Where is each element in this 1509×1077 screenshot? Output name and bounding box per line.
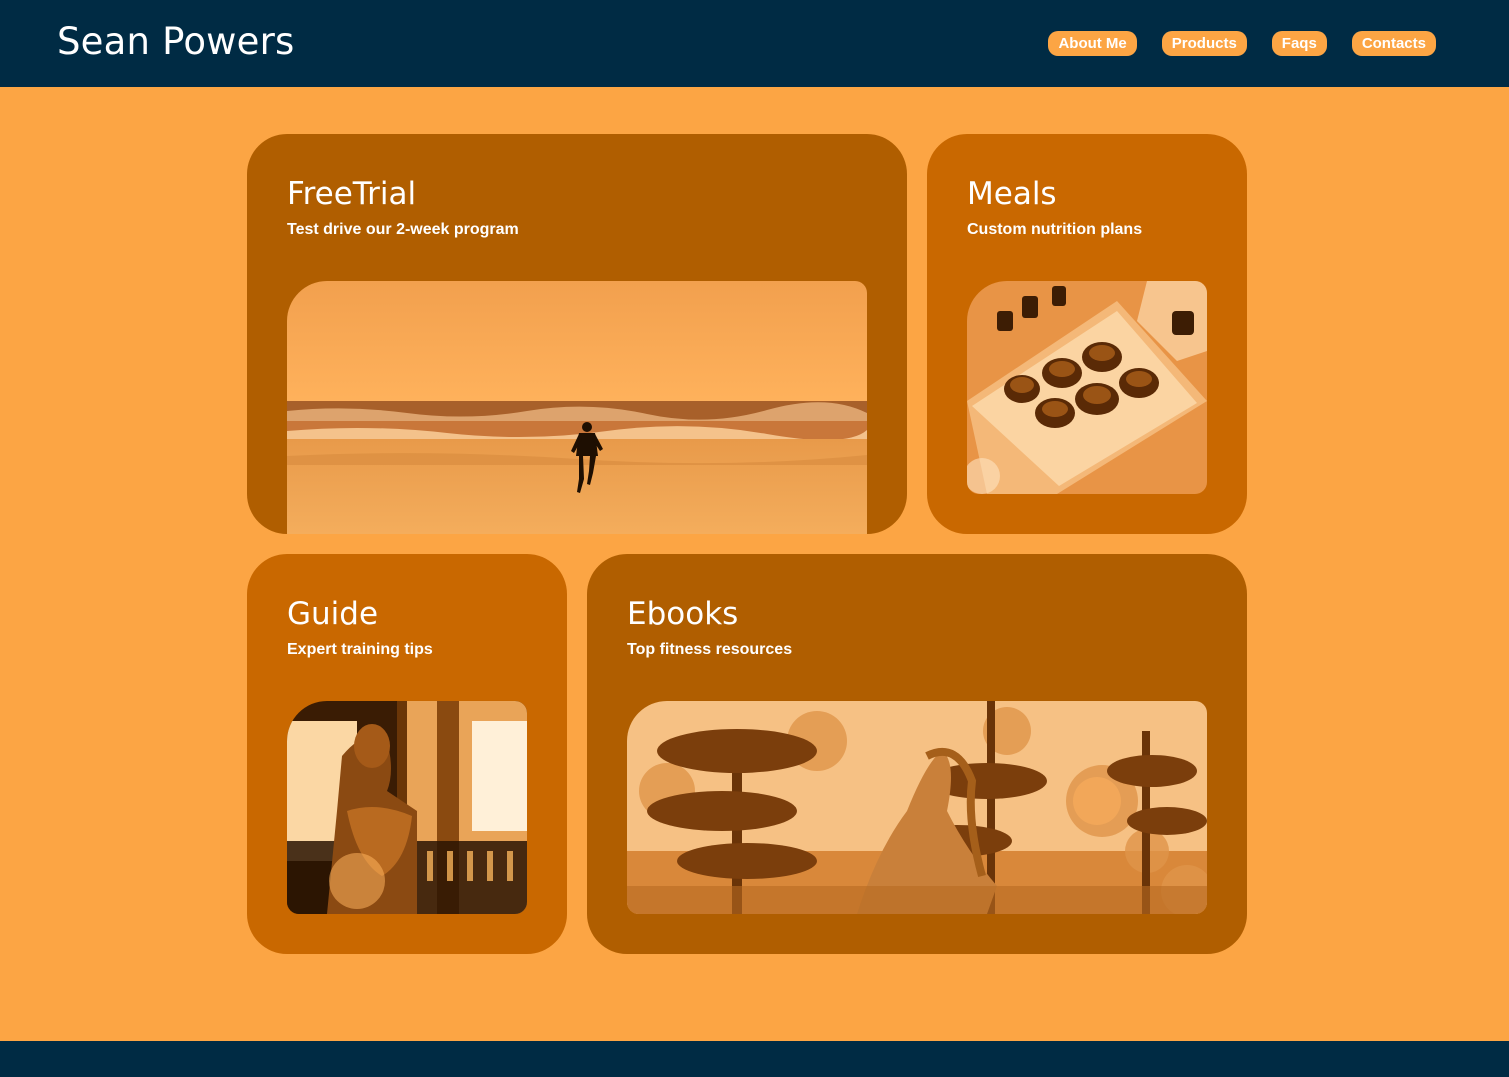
main-nav: About Me Products Faqs Contacts [1048, 31, 1436, 56]
card-subtitle: Test drive our 2-week program [287, 221, 519, 238]
card-guide[interactable]: Guide Expert training tips [247, 554, 567, 954]
nav-products-button[interactable]: Products [1161, 31, 1247, 56]
card-free-trial[interactable]: FreeTrial Test drive our 2-week program [247, 134, 907, 534]
nav-contacts-button[interactable]: Contacts [1351, 31, 1436, 56]
card-subtitle: Expert training tips [287, 641, 433, 658]
card-title: Ebooks [627, 596, 739, 632]
card-title: Meals [967, 176, 1057, 212]
card-subtitle: Top fitness resources [627, 641, 793, 658]
nav-about-me-button[interactable]: About Me [1048, 31, 1137, 56]
site-header: Sean Powers About Me Products Faqs Conta… [0, 0, 1509, 87]
card-title: Guide [287, 596, 379, 632]
gym-athlete-image [287, 701, 527, 914]
nav-faqs-button[interactable]: Faqs [1271, 31, 1327, 56]
sculpture-garden-image [627, 701, 1207, 914]
card-ebooks[interactable]: Ebooks Top fitness resources [587, 554, 1247, 954]
card-subtitle: Custom nutrition plans [967, 221, 1143, 238]
card-title: FreeTrial [287, 176, 417, 212]
site-title[interactable]: Sean Powers [57, 20, 294, 64]
card-meals[interactable]: Meals Custom nutrition plans [927, 134, 1247, 534]
meal-plate-image [967, 281, 1207, 494]
beach-runner-image [287, 281, 867, 534]
site-footer [0, 1041, 1509, 1077]
